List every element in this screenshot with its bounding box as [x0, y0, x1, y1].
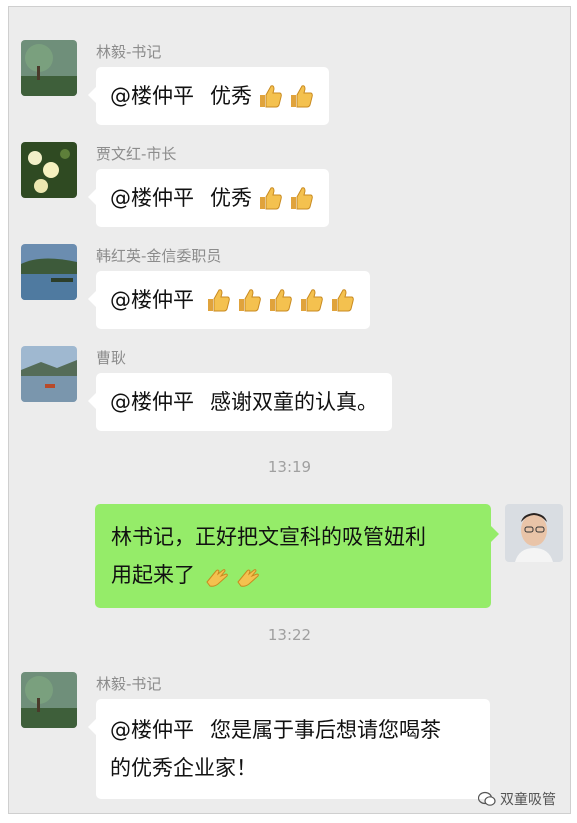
thumbs-up-icon	[291, 85, 313, 108]
message-text: 林书记，正好把文宣科的吸管妞利	[111, 525, 426, 549]
mention[interactable]: @楼仲平	[110, 67, 194, 125]
mention[interactable]: @楼仲平	[110, 373, 194, 431]
clap-hands-icon	[206, 569, 228, 587]
own-avatar[interactable]	[505, 504, 563, 562]
message-text: 的优秀企业家！	[110, 756, 257, 780]
avatar[interactable]	[21, 672, 77, 728]
message-bubble[interactable]: @楼仲平	[88, 271, 370, 329]
watermark: 双童吸管	[478, 789, 556, 809]
sender-name: 林毅-书记	[96, 675, 162, 693]
timestamp: 13:22	[267, 626, 312, 644]
sender-name: 贾文红-市长	[96, 145, 177, 163]
message-bubble[interactable]: @楼仲平 您是属于事后想请您喝茶 的优秀企业家！	[88, 699, 490, 799]
message-text: 优秀	[210, 84, 252, 108]
mention[interactable]: @楼仲平	[110, 718, 194, 742]
clap-hands-icon	[237, 569, 259, 587]
mention[interactable]: @楼仲平	[110, 271, 194, 329]
sender-name: 韩红英-金信委职员	[96, 247, 222, 265]
message-text: 用起来了	[111, 563, 195, 587]
message-text: 优秀	[210, 186, 252, 210]
message-bubble[interactable]: @楼仲平 优秀	[88, 169, 329, 227]
watermark-text: 双童吸管	[500, 792, 556, 808]
thumbs-up-icon	[208, 289, 230, 312]
chat-window: 林毅-书记 @楼仲平 优秀 贾文红-市长 @楼仲平 优秀 韩红英-金信委职员 @…	[8, 6, 571, 814]
message-bubble[interactable]: @楼仲平 优秀	[88, 67, 329, 125]
thumbs-up-icon	[332, 289, 354, 312]
avatar[interactable]	[21, 40, 77, 96]
wechat-icon	[478, 791, 496, 806]
mention[interactable]: @楼仲平	[110, 169, 194, 227]
thumbs-up-icon	[239, 289, 261, 312]
message-text: 感谢双童的认真。	[210, 390, 378, 414]
sender-name: 林毅-书记	[96, 43, 162, 61]
avatar[interactable]	[21, 142, 77, 198]
thumbs-up-icon	[260, 85, 282, 108]
thumbs-up-icon	[291, 187, 313, 210]
thumbs-up-icon	[270, 289, 292, 312]
sender-name: 曹耿	[96, 349, 127, 367]
timestamp: 13:19	[267, 458, 312, 476]
thumbs-up-icon	[260, 187, 282, 210]
own-message-bubble[interactable]: 林书记，正好把文宣科的吸管妞利 用起来了	[95, 504, 499, 608]
message-bubble[interactable]: @楼仲平 感谢双童的认真。	[88, 373, 392, 431]
avatar[interactable]	[21, 244, 77, 300]
thumbs-up-icon	[301, 289, 323, 312]
avatar[interactable]	[21, 346, 77, 402]
message-text: 您是属于事后想请您喝茶	[210, 718, 441, 742]
